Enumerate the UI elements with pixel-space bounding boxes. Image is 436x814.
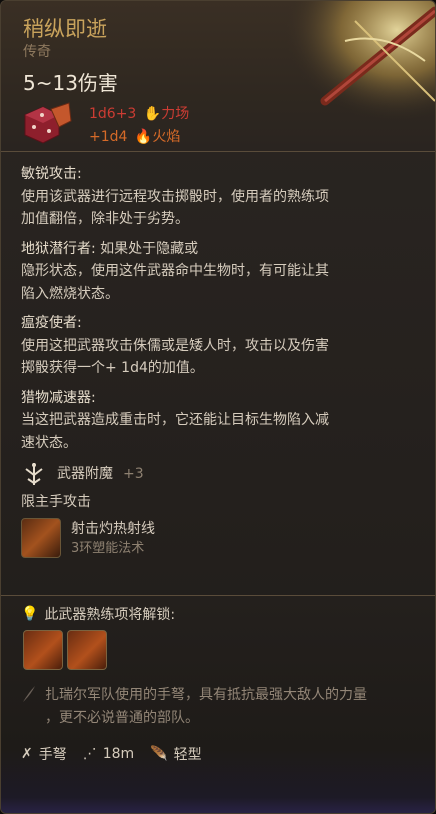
property-label: 手弩 [38, 747, 67, 763]
passive-ability-2-icon[interactable] [67, 630, 107, 670]
enchantment-icon [25, 463, 43, 485]
property-label: 轻型 [173, 747, 202, 763]
passive-ability-1-icon[interactable] [23, 630, 63, 670]
quill-icon [23, 686, 35, 702]
enchantment-row: 武器附魔 +3 [21, 461, 421, 487]
scorching-ray-icon[interactable] [21, 517, 61, 558]
force-damage-row: 1d6+3 ✋力场 [89, 103, 189, 123]
force-icon: ✋ [143, 106, 162, 122]
spell-row[interactable]: 射击灼热射线 3环塑能法术 [21, 517, 421, 559]
spell-name: 射击灼热射线 [71, 520, 155, 537]
spell-level: 3环塑能法术 [71, 541, 145, 556]
fire-type: 火焰 [152, 129, 181, 145]
weapon-properties: ✗ 手弩 ⋰ 18m 🪶 轻型 [21, 744, 218, 764]
ability-title-tail: 如果处于隐藏或 [95, 240, 199, 257]
item-name: 稍纵即逝 [23, 17, 107, 41]
item-tooltip: 稍纵即逝 传奇 5~13伤害 1d6+3 ✋力场 +1d4 🔥火焰 敏锐攻击: … [0, 0, 436, 814]
fire-icon: 🔥 [134, 129, 153, 145]
damage-range: 5~13伤害 [23, 71, 118, 95]
enchantment-value: +3 [123, 465, 144, 482]
flavor-line: ，更不必说普通的部队。 [45, 710, 199, 726]
ability-keen: 敏锐攻击: 使用该武器进行远程攻击掷骰时，使用者的熟练项 加值翻倍，除非处于劣势… [21, 163, 421, 231]
proficiency-unlock: 💡 此武器熟练项将解锁: [21, 604, 175, 624]
fire-dice: +1d4 [89, 129, 128, 145]
force-type: 力场 [161, 106, 190, 122]
hand-crossbow-art [285, 1, 435, 121]
ability-text: 使用该武器进行远程攻击掷骰时，使用者的熟练项 [21, 188, 329, 205]
ability-title: 地狱潜行者: [21, 240, 96, 257]
enchantment-label: 武器附魔 [57, 465, 113, 482]
ability-title: 猎物减速器: [21, 389, 96, 406]
property-label: 18m [102, 746, 135, 762]
tooltip-footer: 💡 此武器熟练项将解锁: 扎瑞尔军队使用的手弩，具有抵抗最强大敌人的力量 ，更不… [1, 596, 435, 813]
ability-text: 使用这把武器攻击侏儒或是矮人时，攻击以及伤害 [21, 337, 329, 354]
lightbulb-icon: 💡 [21, 606, 39, 622]
property-light: 🪶 轻型 [150, 744, 201, 764]
feather-icon: 🪶 [150, 746, 168, 762]
property-range: ⋰ 18m [83, 746, 134, 762]
force-dice: 1d6+3 [89, 106, 137, 122]
ability-text: 陷入燃烧状态。 [21, 285, 119, 302]
header-divider [1, 151, 435, 152]
flavor-text: 扎瑞尔军队使用的手弩，具有抵抗最强大敌人的力量 ，更不必说普通的部队。 [45, 684, 415, 730]
property-crossbow: ✗ 手弩 [21, 744, 67, 764]
tooltip-header: 稍纵即逝 传奇 5~13伤害 1d6+3 ✋力场 +1d4 🔥火焰 [1, 1, 435, 151]
ability-title: 瘟疫使者: [21, 315, 82, 331]
ability-hellstalker: 地狱潜行者: 如果处于隐藏或 隐形状态，使用这件武器命中生物时，有可能让其 陷入… [21, 238, 421, 306]
crossbow-icon: ✗ [21, 746, 33, 762]
item-rarity: 传奇 [23, 44, 51, 60]
flavor-line: 扎瑞尔军队使用的手弩，具有抵抗最强大敌人的力量 [45, 687, 367, 703]
mainhand-note: 限主手攻击 [21, 494, 91, 510]
abilities-section: 敏锐攻击: 使用该武器进行远程攻击掷骰时，使用者的熟练项 加值翻倍，除非处于劣势… [21, 163, 421, 558]
ability-text: 掷骰获得一个+ 1d4的加值。 [21, 360, 204, 376]
ability-title: 敏锐攻击: [21, 166, 82, 182]
ability-text: 当这把武器造成重击时，它还能让目标生物陷入减 [21, 412, 329, 428]
dice-icon [24, 102, 72, 144]
range-icon: ⋰ [82, 746, 97, 762]
ability-text: 加值翻倍，除非处于劣势。 [21, 211, 189, 227]
ability-plaguebringer: 瘟疫使者: 使用这把武器攻击侏儒或是矮人时，攻击以及伤害 掷骰获得一个+ 1d4… [21, 312, 421, 380]
fire-damage-row: +1d4 🔥火焰 [89, 126, 180, 146]
ability-text: 隐形状态，使用这件武器命中生物时，有可能让其 [21, 263, 329, 279]
proficiency-unlock-label: 此武器熟练项将解锁: [44, 607, 176, 623]
ability-prey-slower: 猎物减速器: 当这把武器造成重击时，它还能让目标生物陷入减 速状态。 [21, 387, 421, 455]
ability-text: 速状态。 [21, 434, 77, 451]
